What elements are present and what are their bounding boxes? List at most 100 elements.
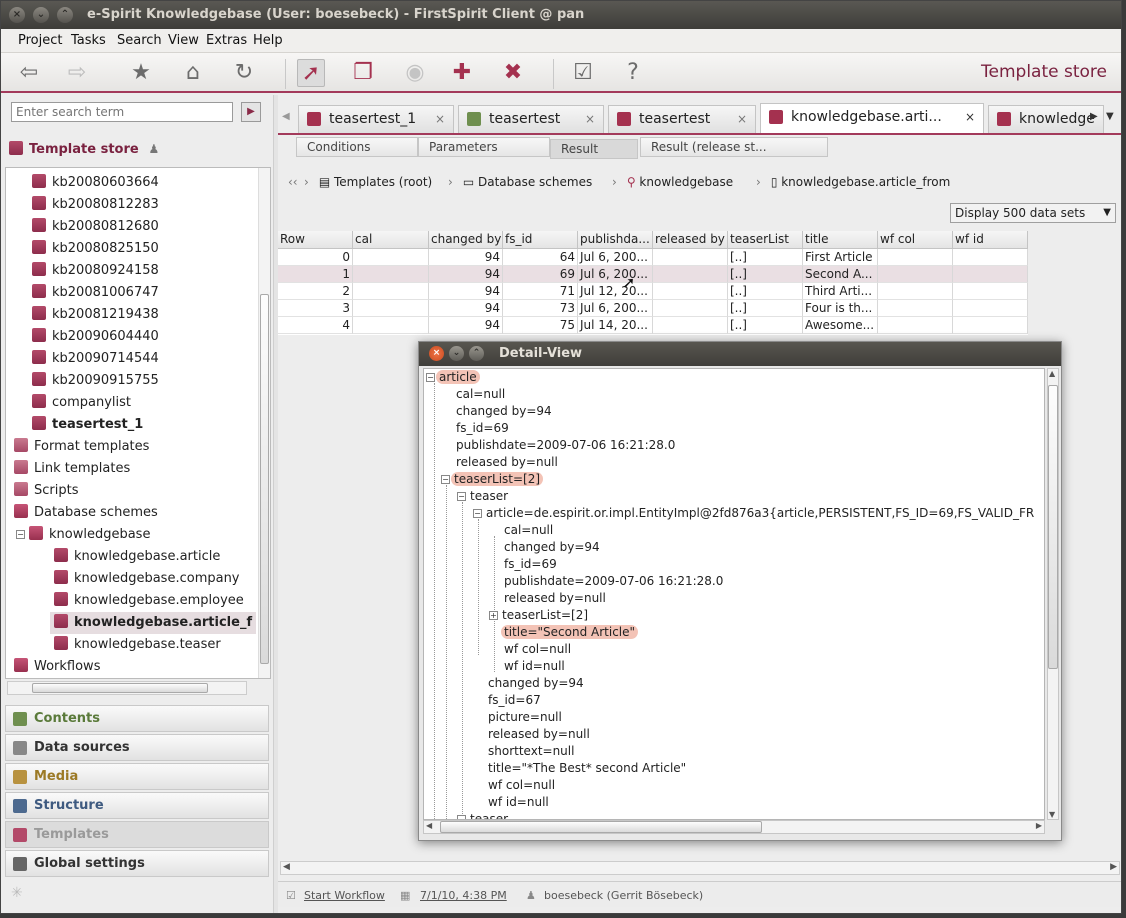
- workflow-icon[interactable]: ☑: [569, 59, 597, 87]
- tab-close-icon[interactable]: ×: [435, 106, 445, 132]
- detail-node[interactable]: wf col=null: [488, 777, 555, 794]
- detail-node[interactable]: wf id=null: [488, 794, 549, 811]
- detail-node[interactable]: wf id=null: [504, 658, 565, 675]
- detail-node[interactable]: changed by=94: [456, 403, 552, 420]
- tab-list-icon[interactable]: ▼: [1106, 111, 1114, 122]
- tree-folder[interactable]: Database schemes: [14, 502, 158, 524]
- tab-teasertest[interactable]: teasertest ×: [458, 105, 604, 133]
- column-header[interactable]: teaserList: [728, 231, 803, 249]
- detail-node[interactable]: changed by=94: [488, 675, 584, 692]
- tab-close-icon[interactable]: ×: [965, 104, 975, 130]
- menu-project[interactable]: Project: [18, 33, 62, 48]
- nav-global-settings[interactable]: Global settings: [5, 850, 269, 877]
- back-icon[interactable]: ⇦: [15, 59, 43, 87]
- column-header[interactable]: released by: [653, 231, 728, 249]
- column-header[interactable]: Row: [278, 231, 353, 249]
- detail-node[interactable]: − teaserList=[2]: [441, 471, 544, 488]
- tree-folder[interactable]: − knowledgebase: [16, 524, 150, 546]
- tree-item[interactable]: kb20080924158: [32, 260, 159, 282]
- scroll-right-icon[interactable]: ▶: [1036, 821, 1042, 830]
- scroll-up-icon[interactable]: ▲: [1049, 369, 1055, 378]
- detail-node[interactable]: publishdate=2009-07-06 16:21:28.0: [504, 573, 723, 590]
- scroll-right-icon[interactable]: ▶: [1110, 862, 1117, 872]
- table-horizontal-scrollbar[interactable]: ◀ ▶: [280, 861, 1120, 875]
- tab-scroll-right-icon[interactable]: ▶: [1090, 111, 1098, 122]
- collapse-icon[interactable]: −: [473, 509, 482, 518]
- column-header[interactable]: wf id: [953, 231, 1028, 249]
- nav-structure[interactable]: Structure: [5, 792, 269, 819]
- scroll-left-icon[interactable]: ◀: [283, 862, 290, 872]
- table-row[interactable]: 4 94 75 Jul 14, 20... [..] Awesome...: [278, 317, 1028, 334]
- refresh-icon[interactable]: ↻: [230, 59, 258, 87]
- breadcrumb-item[interactable]: › ▭ Database schemes: [448, 175, 592, 189]
- table-row-selected[interactable]: 1 94 69 Jul 6, 200... [..] Second A...: [278, 266, 1028, 283]
- detail-node[interactable]: released by=null: [488, 726, 590, 743]
- help-icon[interactable]: ?: [619, 59, 647, 87]
- tab-teasertest-page[interactable]: teasertest ×: [608, 105, 756, 133]
- tree-vertical-scrollbar[interactable]: [258, 168, 270, 678]
- select-pointer-icon[interactable]: ➚: [297, 59, 325, 87]
- collapse-icon[interactable]: −: [16, 530, 25, 539]
- start-workflow-link[interactable]: Start Workflow: [304, 889, 385, 902]
- detail-node[interactable]: + teaserList=[2]: [489, 607, 588, 624]
- tree-folder[interactable]: Link templates: [14, 458, 130, 480]
- menu-tasks[interactable]: Tasks: [71, 33, 106, 48]
- tree-item[interactable]: kb20090604440: [32, 326, 159, 348]
- detail-node[interactable]: title="*The Best* second Article": [488, 760, 686, 777]
- column-header[interactable]: changed by: [429, 231, 503, 249]
- subtab-parameters[interactable]: Parameters: [418, 137, 550, 157]
- tab-close-icon[interactable]: ×: [585, 106, 595, 132]
- forward-icon[interactable]: ⇨: [63, 59, 91, 87]
- detail-horizontal-scrollbar[interactable]: ◀ ▶: [423, 820, 1045, 834]
- detail-node[interactable]: fs_id=69: [504, 556, 557, 573]
- breadcrumb-item[interactable]: › ▯ knowledgebase.article_from: [756, 175, 950, 189]
- maximize-icon[interactable]: ⌃: [469, 346, 484, 361]
- detail-node[interactable]: wf col=null: [504, 641, 571, 658]
- tree-folder[interactable]: Scripts: [14, 480, 78, 502]
- tree-item[interactable]: kb20080825150: [32, 238, 159, 260]
- search-go-icon[interactable]: ▶: [241, 102, 261, 122]
- tree-folder[interactable]: Format templates: [14, 436, 149, 458]
- new-template-icon[interactable]: ✚: [448, 59, 476, 87]
- nav-contents[interactable]: Contents: [5, 705, 269, 732]
- scrollbar-thumb[interactable]: [440, 821, 762, 833]
- tree-item[interactable]: kb20080812283: [32, 194, 159, 216]
- tree-item[interactable]: kb20080812680: [32, 216, 159, 238]
- bookmark-star-icon[interactable]: ★: [127, 59, 155, 87]
- breadcrumb-item[interactable]: › ▤ Templates (root): [304, 175, 432, 189]
- tab-scroll-left-icon[interactable]: ◀: [282, 111, 290, 122]
- column-header[interactable]: cal: [353, 231, 429, 249]
- detail-node[interactable]: cal=null: [456, 386, 505, 403]
- tree-item[interactable]: kb20090915755: [32, 370, 159, 392]
- tree-item[interactable]: kb20081006747: [32, 282, 159, 304]
- detail-node[interactable]: − teaser: [457, 811, 508, 819]
- table-row[interactable]: 0 94 64 Jul 6, 200... [..] First Article: [278, 249, 1028, 266]
- subtab-result[interactable]: Result: [550, 139, 638, 159]
- detail-node[interactable]: released by=null: [504, 590, 606, 607]
- detail-node[interactable]: − teaser: [457, 488, 508, 505]
- tab-teasertest-1[interactable]: teasertest_1 ×: [298, 105, 454, 133]
- close-icon[interactable]: ×: [429, 346, 444, 361]
- tree-item[interactable]: kb20080603664: [32, 172, 159, 194]
- status-date[interactable]: 7/1/10, 4:38 PM: [420, 889, 507, 902]
- detail-vertical-scrollbar[interactable]: ▲ ▼: [1047, 368, 1059, 820]
- nav-templates[interactable]: Templates: [5, 821, 269, 848]
- detail-node[interactable]: picture=null: [488, 709, 562, 726]
- nav-data-sources[interactable]: Data sources: [5, 734, 269, 761]
- detail-node[interactable]: − article: [426, 369, 480, 386]
- detail-node[interactable]: − article=de.espirit.or.impl.EntityImpl@2…: [473, 505, 1034, 522]
- expand-icon[interactable]: +: [489, 611, 498, 620]
- detail-node[interactable]: shorttext=null: [488, 743, 574, 760]
- tree-horizontal-scrollbar[interactable]: [7, 681, 247, 695]
- home-icon[interactable]: ⌂: [179, 59, 207, 87]
- tree-item[interactable]: knowledgebase.article: [54, 546, 220, 568]
- tree-item[interactable]: kb20081219438: [32, 304, 159, 326]
- detail-node[interactable]: changed by=94: [504, 539, 600, 556]
- collapse-icon[interactable]: −: [426, 373, 435, 382]
- menu-extras[interactable]: Extras: [206, 33, 247, 48]
- scroll-down-icon[interactable]: ▼: [1049, 810, 1055, 819]
- scroll-left-icon[interactable]: ◀: [426, 821, 432, 830]
- scrollbar-thumb[interactable]: [32, 683, 208, 693]
- tree-item[interactable]: kb20090714544: [32, 348, 159, 370]
- tab-knowledge[interactable]: knowledge: [988, 105, 1104, 133]
